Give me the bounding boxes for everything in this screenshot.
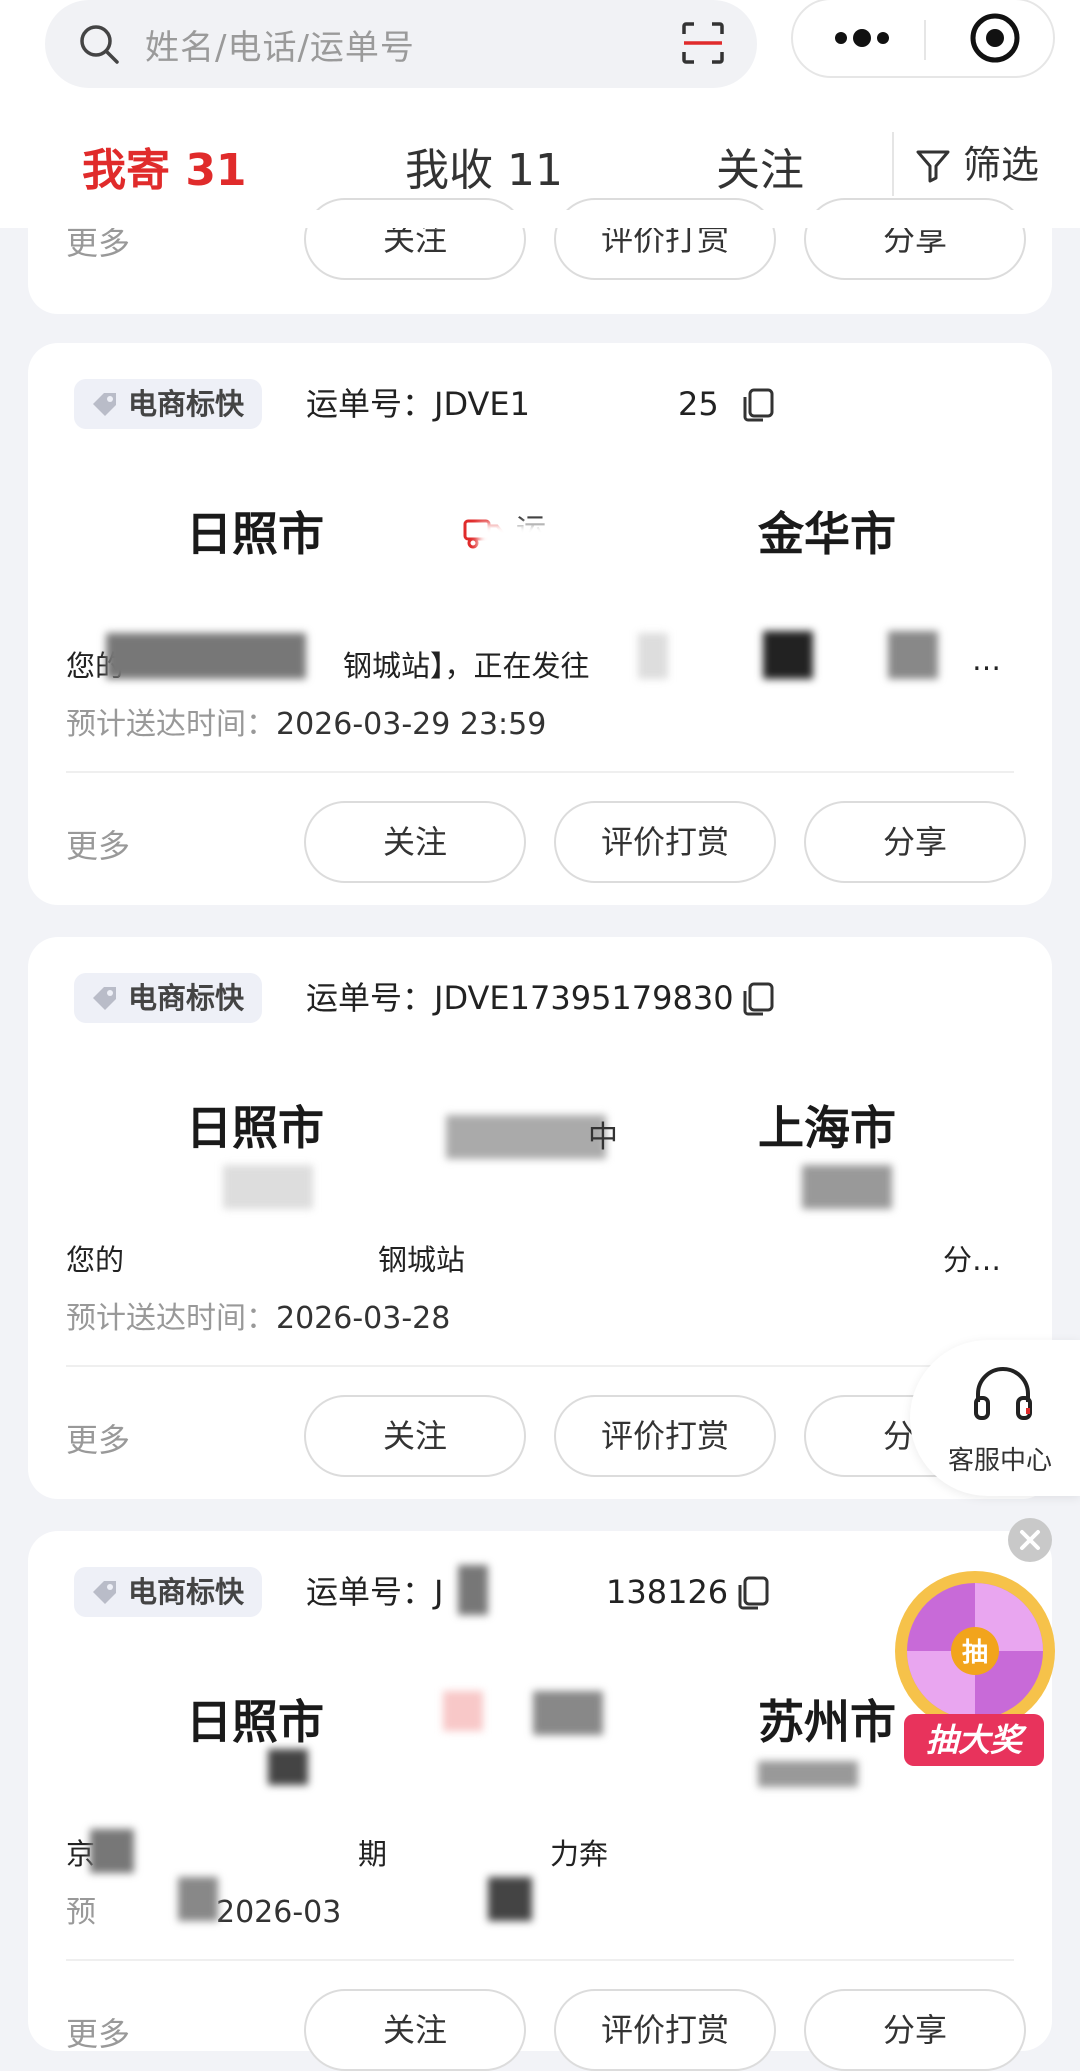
waybill-number: 运单号：JDVE1: [306, 385, 530, 423]
service-badge: 电商标快: [74, 379, 263, 429]
search-box[interactable]: 姓名/电话/运单号: [45, 0, 757, 88]
redaction: [758, 1761, 858, 1787]
shipment-card[interactable]: 电商标快 运单号：JDVE17395179830 日照市 中 上海市 您的 钢城…: [28, 937, 1052, 1499]
tracking-desc-more: 力奔: [550, 1837, 609, 1871]
wheel-char: 抽: [962, 1638, 988, 1668]
follow-button[interactable]: 关注: [304, 801, 526, 883]
tracking-desc: 钢城站】，正在发往: [343, 649, 590, 683]
destination-city: 苏州市: [758, 1695, 896, 1749]
filter-icon: [916, 150, 950, 183]
redaction: [443, 1691, 483, 1731]
close-promo-button[interactable]: [1008, 1518, 1052, 1562]
redaction: [223, 1165, 313, 1209]
redaction: [802, 1165, 892, 1209]
redaction: [458, 1565, 488, 1615]
eta: 预计送达时间：2026-03-28: [66, 1293, 450, 1337]
redaction: [488, 1877, 532, 1921]
card-divider: [66, 1959, 1014, 1961]
eta: 预计送达时间：2026-03-29 23:59: [66, 699, 546, 743]
destination-city: 金华市: [758, 507, 896, 561]
search-icon: [80, 25, 119, 64]
waybill-tail: 138126: [606, 1573, 729, 1611]
tracking-desc-more: …: [972, 643, 1001, 677]
card-actions: 更多 关注 评价打赏 分享: [66, 1395, 1026, 1477]
waybill-number: 运单号：J: [306, 1573, 444, 1611]
eta-label: 预计送达时间：: [66, 1301, 276, 1336]
rate-button[interactable]: 评价打赏: [554, 1395, 776, 1477]
follow-button[interactable]: 关注: [304, 1395, 526, 1477]
card-divider: [66, 1365, 1014, 1367]
tag-icon: [93, 987, 116, 1010]
redaction: [478, 523, 628, 583]
redaction: [763, 631, 813, 679]
tracking-desc: 期: [358, 1837, 388, 1871]
more-link[interactable]: 更多: [66, 1415, 130, 1461]
waybill-number: 运单号：JDVE17395179830: [306, 979, 734, 1017]
tracking-desc-more: 分…: [943, 1243, 1002, 1277]
prize-label[interactable]: 抽大奖: [904, 1714, 1044, 1766]
shipment-card[interactable]: 电商标快 运单号：JDVE1 25 日照市 运 金华市 您的 钢城站】，正在发往…: [28, 343, 1052, 905]
origin-city: 日照市: [186, 507, 324, 561]
copy-icon[interactable]: [741, 387, 775, 423]
service-badge: 电商标快: [74, 973, 263, 1023]
eta-value: 2026-03-28: [276, 1301, 451, 1336]
rate-button[interactable]: 评价打赏: [554, 1989, 776, 2071]
service-badge: 电商标快: [74, 1567, 263, 1617]
transit-status: 中: [588, 1120, 618, 1155]
search-input[interactable]: 姓名/电话/运单号: [145, 20, 415, 69]
tab-received[interactable]: 我收 11: [405, 134, 563, 198]
tab-sent[interactable]: 我寄 31: [82, 134, 247, 198]
scan-icon[interactable]: [680, 20, 726, 66]
tab-bar-edge: [0, 210, 1080, 228]
customer-service-button[interactable]: 客服中心: [910, 1340, 1080, 1496]
more-link[interactable]: 更多: [66, 2009, 130, 2055]
tab-following[interactable]: 关注: [716, 134, 804, 198]
redaction: [888, 631, 938, 679]
eta-label: 预: [66, 1895, 96, 1930]
copy-icon[interactable]: [741, 981, 775, 1017]
headset-icon: [974, 1367, 1032, 1420]
customer-service-label: 客服中心: [948, 1446, 1053, 1476]
eta-label: 预计送达时间：: [66, 707, 276, 742]
copy-icon[interactable]: [736, 1575, 770, 1611]
tracking-desc: 钢城站: [378, 1243, 466, 1277]
rate-button[interactable]: 评价打赏: [554, 801, 776, 883]
redaction: [533, 1691, 603, 1735]
tab-separator: [892, 132, 894, 196]
more-dots-icon[interactable]: [831, 18, 893, 58]
lucky-wheel-icon[interactable]: 抽: [890, 1566, 1060, 1736]
redaction: [446, 1115, 606, 1159]
tag-icon: [93, 393, 116, 416]
origin-city: 日照市: [186, 1695, 324, 1749]
redaction: [106, 633, 306, 679]
eta-value: 2026-03-29 23:59: [276, 707, 547, 742]
share-button[interactable]: 分享: [804, 801, 1026, 883]
close-target-icon[interactable]: [967, 10, 1023, 66]
redaction: [638, 633, 668, 679]
destination-city: 上海市: [758, 1101, 896, 1155]
origin-city: 日照市: [186, 1101, 324, 1155]
card-actions: 更多 关注 评价打赏 分享: [66, 801, 1026, 883]
mini-program-capsule: [791, 0, 1055, 78]
redaction: [533, 383, 693, 425]
tag-icon: [93, 1581, 116, 1604]
top-bar: 姓名/电话/运单号: [0, 0, 1080, 98]
follow-button[interactable]: 关注: [304, 1989, 526, 2071]
redaction: [268, 1749, 308, 1785]
redaction: [178, 1877, 218, 1921]
close-icon: [1020, 1530, 1040, 1550]
tracking-desc-start: 您的: [66, 1243, 125, 1277]
card-divider: [66, 771, 1014, 773]
share-button[interactable]: 分享: [804, 1989, 1026, 2071]
more-link[interactable]: 更多: [66, 821, 130, 867]
eta-value: 2026-03: [216, 1895, 342, 1930]
filter-button[interactable]: 筛选: [915, 134, 1039, 189]
filter-label: 筛选: [963, 143, 1040, 187]
capsule-divider: [924, 20, 926, 60]
card-actions: 更多 关注 评价打赏 分享: [66, 1989, 1026, 2071]
redaction: [90, 1829, 134, 1873]
waybill-tail: 25: [678, 385, 719, 423]
